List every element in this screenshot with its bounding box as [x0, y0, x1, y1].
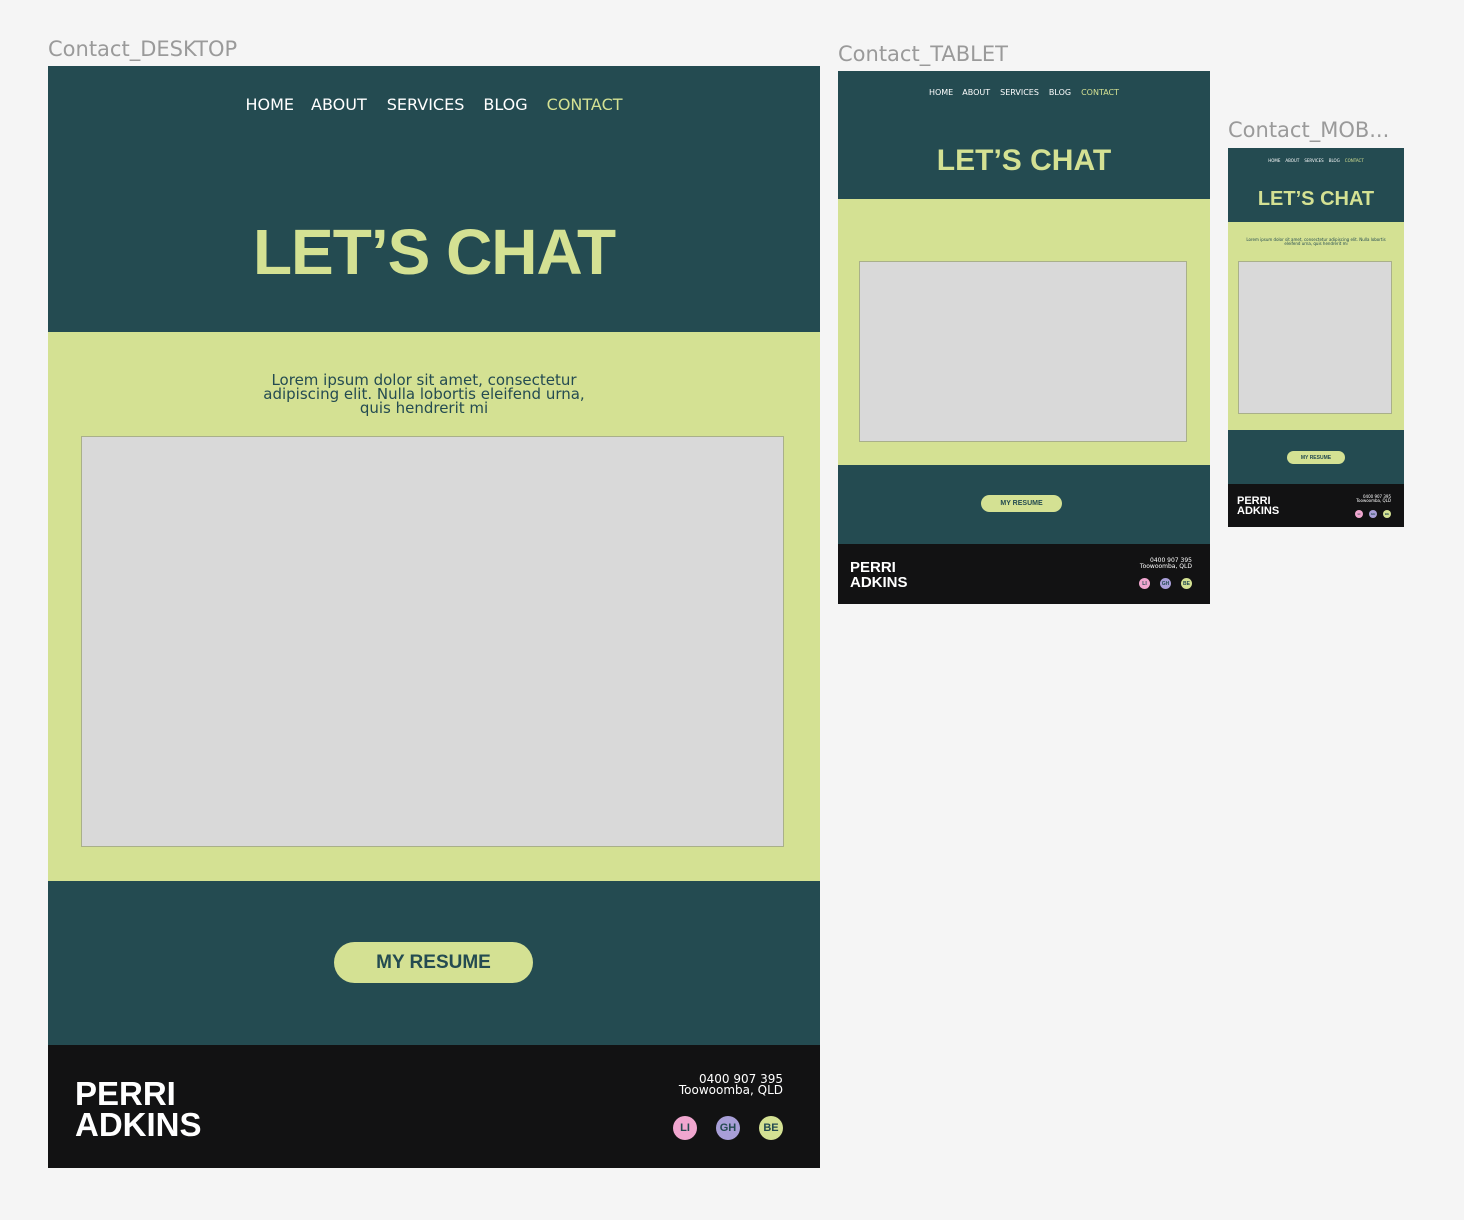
tablet-resume-button[interactable]: MY RESUME: [981, 495, 1062, 512]
tablet-contact-form-placeholder[interactable]: [859, 261, 1187, 442]
desktop-frame-label: Contact_DESKTOP: [48, 37, 238, 61]
tablet-page-title: LET’S CHAT: [936, 144, 1112, 177]
mobile-header-section: HOME ABOUT SERVICES BLOG CONTACT LET’S C…: [1228, 148, 1404, 222]
mobile-nav-home[interactable]: HOME: [1268, 158, 1280, 163]
brand-first-name: PERRI: [75, 1075, 176, 1112]
footer: PERRI ADKINS 0400 907 395 Toowoomba, QLD…: [48, 1045, 820, 1168]
mobile-footer-location: Toowoomba, QLD: [1356, 498, 1391, 503]
mobile-footer: PERRI ADKINS 0400 907 395 Toowoomba, QLD…: [1228, 484, 1404, 527]
footer-socials: LI GH BE: [673, 1116, 783, 1140]
nav-contact[interactable]: CONTACT: [547, 95, 623, 114]
github-icon[interactable]: GH: [716, 1116, 740, 1140]
tablet-footer-contact: 0400 907 395 Toowoomba, QLD: [1140, 558, 1192, 570]
tablet-frame: HOME ABOUT SERVICES BLOG CONTACT LET’S C…: [838, 71, 1210, 604]
mobile-intro-text: Lorem ipsum dolor sit amet, consectetur …: [1246, 237, 1386, 246]
mobile-page-title: LET’S CHAT: [1257, 188, 1375, 210]
tablet-content-section: [838, 199, 1210, 465]
nav-services[interactable]: SERVICES: [387, 95, 465, 114]
nav-about[interactable]: ABOUT: [311, 95, 367, 114]
footer-location: Toowoomba, QLD: [678, 1083, 783, 1097]
nav-blog[interactable]: BLOG: [483, 95, 527, 114]
tablet-nav-contact[interactable]: CONTACT: [1081, 88, 1119, 97]
footer-brand: PERRI ADKINS: [75, 1075, 202, 1143]
resume-button[interactable]: MY RESUME: [334, 942, 533, 983]
mobile-github-icon[interactable]: GH: [1369, 510, 1377, 518]
tablet-behance-icon[interactable]: BE: [1181, 578, 1192, 589]
mobile-frame-label: Contact_MOB...: [1228, 118, 1390, 142]
nav-home[interactable]: HOME: [245, 95, 294, 114]
mobile-cta-section: MY RESUME: [1228, 430, 1404, 484]
header-section: HOME ABOUT SERVICES BLOG CONTACT LET’S C…: [48, 66, 820, 332]
main-nav: HOME ABOUT SERVICES BLOG CONTACT: [48, 95, 820, 114]
tablet-nav-home[interactable]: HOME: [929, 88, 953, 97]
footer-contact: 0400 907 395 Toowoomba, QLD: [678, 1073, 783, 1097]
mobile-frame: HOME ABOUT SERVICES BLOG CONTACT LET’S C…: [1228, 148, 1404, 527]
page-title: LET’S CHAT: [252, 216, 616, 288]
content-section: Lorem ipsum dolor sit amet, consectetur …: [48, 332, 820, 881]
tablet-nav-about[interactable]: ABOUT: [962, 88, 990, 97]
tablet-footer-brand: PERRI ADKINS: [850, 560, 908, 590]
tablet-footer: PERRI ADKINS 0400 907 395 Toowoomba, QLD…: [838, 544, 1210, 604]
cta-section: MY RESUME: [48, 881, 820, 1045]
mobile-nav-contact[interactable]: CONTACT: [1345, 158, 1364, 163]
mobile-nav-blog[interactable]: BLOG: [1329, 158, 1340, 163]
contact-form-placeholder[interactable]: [81, 436, 784, 847]
tablet-nav-services[interactable]: SERVICES: [1000, 88, 1039, 97]
tablet-linkedin-icon[interactable]: LI: [1139, 578, 1150, 589]
mobile-nav-about[interactable]: ABOUT: [1285, 158, 1299, 163]
tablet-brand-last-name: ADKINS: [850, 574, 908, 591]
mobile-footer-brand: PERRI ADKINS: [1237, 496, 1280, 517]
tablet-main-nav: HOME ABOUT SERVICES BLOG CONTACT: [838, 88, 1210, 97]
mobile-contact-form-placeholder[interactable]: [1238, 261, 1392, 414]
behance-icon[interactable]: BE: [759, 1116, 783, 1140]
tablet-cta-section: MY RESUME: [838, 465, 1210, 544]
mobile-behance-icon[interactable]: BE: [1383, 510, 1391, 518]
intro-text: Lorem ipsum dolor sit amet, consectetur …: [263, 371, 585, 417]
tablet-brand-first-name: PERRI: [850, 559, 896, 576]
mobile-main-nav: HOME ABOUT SERVICES BLOG CONTACT: [1228, 158, 1404, 163]
mobile-footer-socials: LI GH BE: [1355, 510, 1391, 518]
mobile-linkedin-icon[interactable]: LI: [1355, 510, 1363, 518]
mobile-content-section: Lorem ipsum dolor sit amet, consectetur …: [1228, 222, 1404, 430]
tablet-nav-blog[interactable]: BLOG: [1049, 88, 1071, 97]
mobile-brand-last-name: ADKINS: [1237, 505, 1280, 517]
brand-last-name: ADKINS: [75, 1106, 202, 1143]
tablet-github-icon[interactable]: GH: [1160, 578, 1171, 589]
tablet-header-section: HOME ABOUT SERVICES BLOG CONTACT LET’S C…: [838, 71, 1210, 199]
mobile-nav-services[interactable]: SERVICES: [1304, 158, 1323, 163]
desktop-frame: HOME ABOUT SERVICES BLOG CONTACT LET’S C…: [48, 66, 820, 1168]
mobile-footer-contact: 0400 907 395 Toowoomba, QLD: [1356, 495, 1391, 503]
tablet-footer-location: Toowoomba, QLD: [1139, 563, 1192, 570]
linkedin-icon[interactable]: LI: [673, 1116, 697, 1140]
tablet-footer-socials: LI GH BE: [1139, 578, 1192, 589]
tablet-frame-label: Contact_TABLET: [838, 42, 1008, 66]
mobile-resume-button[interactable]: MY RESUME: [1287, 451, 1345, 464]
